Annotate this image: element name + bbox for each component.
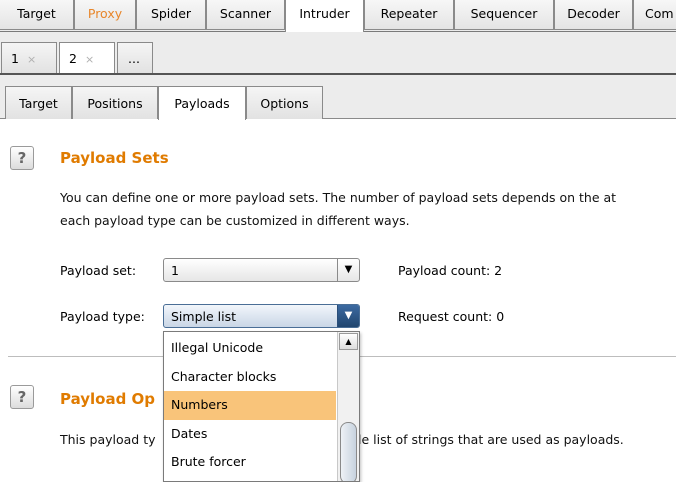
tab-spider[interactable]: Spider: [136, 0, 206, 30]
instance-tab-2[interactable]: 2 ×: [59, 42, 115, 73]
subtab-options[interactable]: Options: [246, 86, 323, 119]
subtab-payloads[interactable]: Payloads: [158, 86, 246, 120]
payload-sets-description: You can define one or more payload sets.…: [60, 190, 617, 205]
payload-options-title: Payload Op: [60, 390, 156, 408]
payload-type-dropdown: Illegal Unicode Character blocks Numbers…: [163, 331, 360, 482]
payload-type-value: Simple list: [171, 309, 237, 324]
tab-scanner[interactable]: Scanner: [206, 0, 285, 30]
close-icon[interactable]: ×: [27, 53, 36, 66]
subtab-positions[interactable]: Positions: [72, 86, 158, 119]
payload-options-description: This payload ty: [60, 432, 156, 447]
payload-set-label: Payload set:: [60, 263, 137, 278]
payload-count: Payload count: 2: [398, 263, 503, 278]
payload-sets-title: Payload Sets: [60, 149, 169, 167]
tab-repeater[interactable]: Repeater: [364, 0, 454, 30]
tab-target[interactable]: Target: [0, 0, 74, 30]
instance-tab-1[interactable]: 1 ×: [1, 42, 57, 73]
scrollbar-thumb[interactable]: [340, 422, 357, 481]
dropdown-item-character-blocks[interactable]: Character blocks: [164, 363, 336, 392]
help-icon[interactable]: ?: [10, 146, 34, 170]
instance-tab-label: 1: [11, 51, 19, 66]
tab-proxy[interactable]: Proxy: [74, 0, 136, 30]
payload-type-label: Payload type:: [60, 309, 145, 324]
chevron-down-icon: ▼: [337, 259, 359, 281]
scroll-up-icon[interactable]: ▲: [339, 333, 358, 350]
close-icon[interactable]: ×: [85, 53, 94, 66]
dropdown-scrollbar[interactable]: ▲: [337, 332, 359, 481]
dropdown-item-brute-forcer[interactable]: Brute forcer: [164, 448, 336, 477]
payload-options-description: le list of strings that are used as payl…: [358, 432, 624, 447]
request-count: Request count: 0: [398, 309, 505, 324]
chevron-down-icon: ▼: [337, 305, 359, 327]
dropdown-item-numbers[interactable]: Numbers: [164, 391, 336, 420]
dropdown-item-illegal-unicode[interactable]: Illegal Unicode: [164, 334, 336, 363]
help-icon[interactable]: ?: [10, 385, 34, 409]
tab-comparer[interactable]: Com: [633, 0, 676, 30]
payload-type-select[interactable]: Simple list ▼: [163, 304, 360, 328]
main-tab-bar: Target Proxy Spider Scanner Intruder Rep…: [0, 0, 676, 32]
tab-sequencer[interactable]: Sequencer: [454, 0, 554, 30]
payload-sets-description: each payload type can be customized in d…: [60, 213, 410, 228]
intruder-instance-tabs: 1 × 2 × ...: [0, 32, 676, 75]
new-instance-button[interactable]: ...: [117, 42, 153, 73]
payload-set-value: 1: [171, 263, 179, 278]
intruder-sub-tabs: Target Positions Payloads Options: [0, 75, 676, 120]
payload-set-select[interactable]: 1 ▼: [163, 258, 360, 282]
instance-tab-label: 2: [69, 51, 77, 66]
dropdown-item-dates[interactable]: Dates: [164, 420, 336, 449]
tab-decoder[interactable]: Decoder: [554, 0, 633, 30]
tab-intruder[interactable]: Intruder: [285, 0, 364, 32]
subtab-target[interactable]: Target: [5, 86, 72, 119]
